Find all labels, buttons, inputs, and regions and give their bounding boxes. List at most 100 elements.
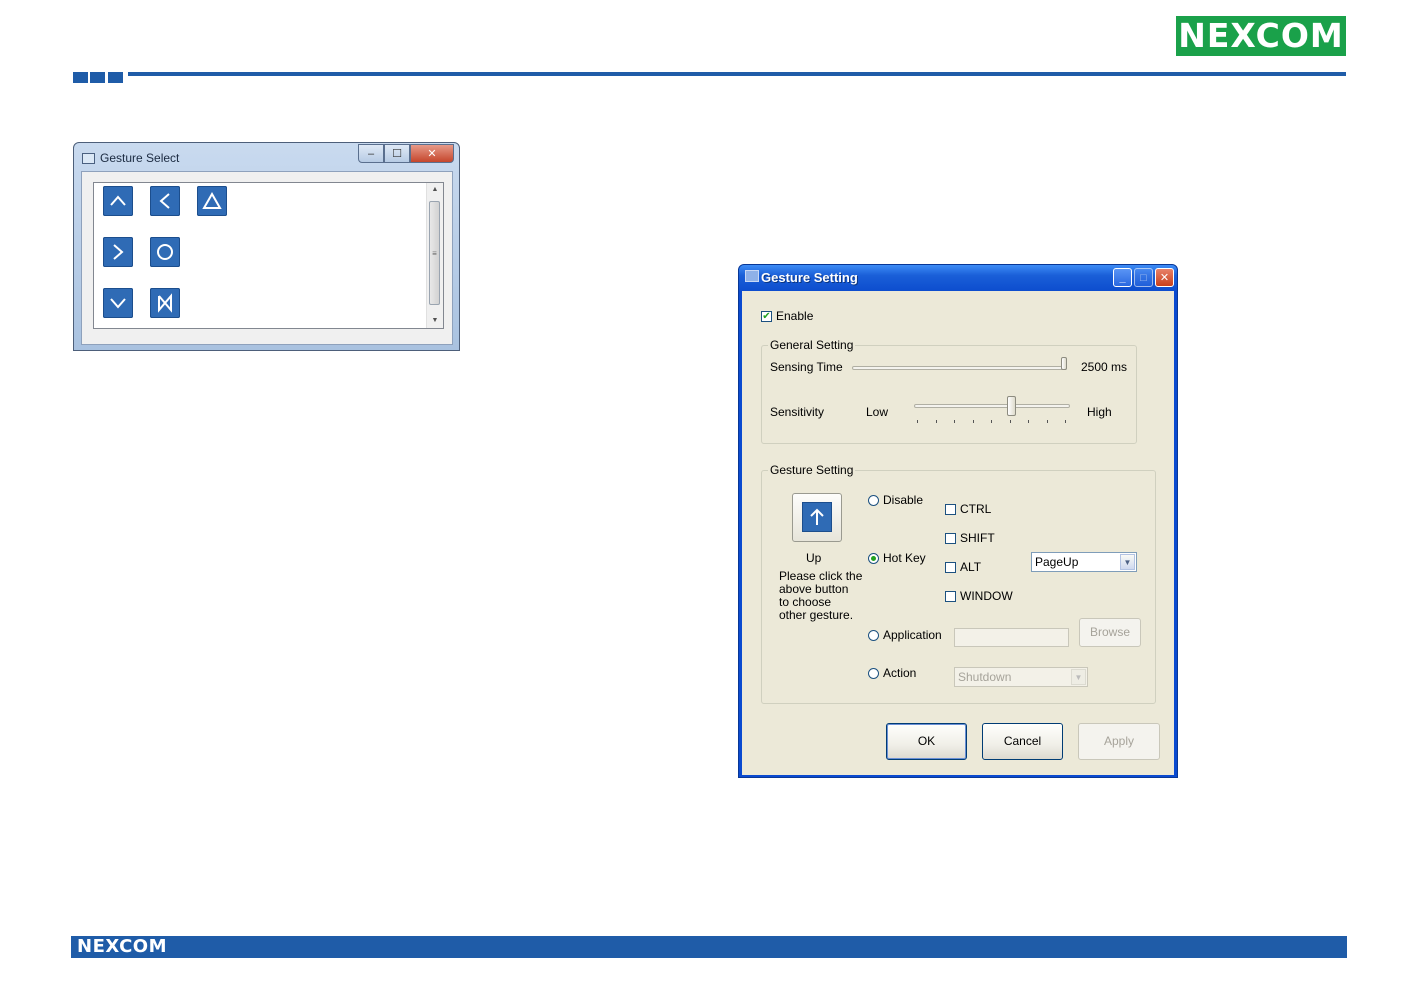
apply-button[interactable]: Apply xyxy=(1078,723,1160,760)
gesture-setting-window: Gesture Setting _ □ ✕ ✔ Enable General S… xyxy=(738,264,1178,778)
minimize-icon: _ xyxy=(1119,271,1126,284)
cancel-button[interactable]: Cancel xyxy=(982,723,1063,760)
browse-button[interactable]: Browse xyxy=(1079,618,1141,647)
sensitivity-high-label: High xyxy=(1087,405,1112,419)
action-select-value: Shutdown xyxy=(958,670,1012,684)
slider-tick xyxy=(1028,420,1029,423)
sensitivity-track[interactable] xyxy=(914,404,1070,408)
dropdown-arrow-icon: ▼ xyxy=(1120,554,1135,570)
shift-label: SHIFT xyxy=(960,531,995,545)
close-button[interactable]: ✕ xyxy=(410,144,454,163)
slider-tick xyxy=(991,420,992,423)
logo-text: NEXCOM xyxy=(1178,16,1344,55)
scroll-down-arrow-icon[interactable]: ▼ xyxy=(427,314,443,328)
gesture-circle-button[interactable] xyxy=(150,237,180,267)
maximize-icon: ☐ xyxy=(392,148,402,160)
sensing-time-label: Sensing Time xyxy=(770,360,843,374)
close-icon: ✕ xyxy=(1159,272,1170,284)
sensing-time-track[interactable] xyxy=(852,366,1067,370)
slider-tick xyxy=(917,420,918,423)
app-icon xyxy=(745,270,759,282)
maximize-button[interactable]: ☐ xyxy=(384,144,410,163)
gesture-list: ▲ ≡ ▼ xyxy=(93,182,444,329)
alt-label: ALT xyxy=(960,560,982,574)
slider-tick xyxy=(972,420,974,423)
shift-checkbox[interactable] xyxy=(945,533,956,544)
header-square xyxy=(108,72,123,83)
gesture-down-button[interactable] xyxy=(103,288,133,318)
window-title: Gesture Setting xyxy=(761,270,858,285)
header-square xyxy=(90,72,105,83)
general-setting-label: General Setting xyxy=(768,338,856,352)
maximize-button[interactable]: □ xyxy=(1134,268,1153,287)
current-gesture-tile xyxy=(802,502,832,532)
window-checkbox[interactable] xyxy=(945,591,956,602)
minimize-button[interactable]: _ xyxy=(1113,268,1132,287)
gesture-setting-body: ✔ Enable General Setting Sensing Time 25… xyxy=(742,291,1174,775)
gesture-select-window: Gesture Select ‒ ☐ ✕ ▲ ≡ ▼ xyxy=(73,142,460,351)
triangle-icon xyxy=(202,191,222,209)
arrow-up-icon xyxy=(810,508,824,525)
footer-logo: NEXCOM xyxy=(77,936,168,957)
gesture-select-client: ▲ ≡ ▼ xyxy=(81,171,453,345)
chevron-left-icon xyxy=(159,193,170,209)
header-square xyxy=(73,72,88,83)
close-button[interactable]: ✕ xyxy=(1155,268,1174,287)
gesture-left-button[interactable] xyxy=(150,186,180,216)
key-select[interactable]: PageUp ▼ xyxy=(1031,552,1137,572)
checkmark-icon: ✔ xyxy=(762,311,771,322)
application-radio[interactable] xyxy=(868,630,879,641)
gesture-up-button[interactable] xyxy=(103,186,133,216)
sensitivity-label: Sensitivity xyxy=(770,405,825,419)
chevron-up-icon xyxy=(110,195,126,206)
ctrl-checkbox[interactable] xyxy=(945,504,956,515)
ctrl-label: CTRL xyxy=(960,502,992,516)
gesture-select-titlebar: Gesture Select xyxy=(82,148,179,168)
gesture-setting-label: Gesture Setting xyxy=(768,463,856,477)
slider-tick xyxy=(1046,420,1048,423)
header-rule xyxy=(128,72,1346,76)
hotkey-label: Hot Key xyxy=(883,551,926,565)
slider-tick xyxy=(935,420,937,423)
app-icon xyxy=(82,152,95,164)
vertical-scrollbar[interactable]: ▲ ≡ ▼ xyxy=(426,183,443,328)
minimize-button[interactable]: ‒ xyxy=(358,144,384,163)
current-gesture-name: Up xyxy=(806,551,822,565)
window-label: WINDOW xyxy=(960,589,1013,603)
maximize-icon: □ xyxy=(1140,271,1147,284)
gesture-cross-button[interactable] xyxy=(150,288,180,318)
disable-label: Disable xyxy=(883,493,924,507)
enable-label: Enable xyxy=(776,309,814,323)
bowtie-icon xyxy=(158,293,172,313)
close-icon: ✕ xyxy=(427,148,437,160)
circle-icon xyxy=(157,244,173,260)
ok-button[interactable]: OK xyxy=(886,723,967,760)
alt-checkbox[interactable] xyxy=(945,562,956,573)
minimize-icon: ‒ xyxy=(367,147,375,160)
gesture-setting-titlebar: Gesture Setting _ □ ✕ xyxy=(739,265,1177,291)
footer-bar xyxy=(71,936,1347,958)
application-label: Application xyxy=(883,628,942,642)
nexcom-logo: NEXCOM xyxy=(1176,16,1346,56)
disable-radio[interactable] xyxy=(868,495,879,506)
action-radio[interactable] xyxy=(868,668,879,679)
hint-line: other gesture. xyxy=(779,608,854,622)
gesture-hint: Please click the above button to choose … xyxy=(779,570,862,622)
scroll-up-arrow-icon[interactable]: ▲ xyxy=(427,183,443,197)
hotkey-radio[interactable] xyxy=(868,553,879,564)
chevron-down-icon xyxy=(110,298,126,309)
application-path-input[interactable] xyxy=(954,628,1069,647)
action-select[interactable]: Shutdown ▼ xyxy=(954,667,1088,687)
slider-tick xyxy=(1065,420,1066,423)
enable-checkbox[interactable]: ✔ xyxy=(761,311,772,322)
scroll-thumb[interactable]: ≡ xyxy=(429,201,440,305)
sensing-time-slider-thumb[interactable] xyxy=(1061,357,1067,370)
gesture-right-button[interactable] xyxy=(103,237,133,267)
slider-tick xyxy=(954,420,955,423)
slider-tick xyxy=(1009,420,1011,423)
sensitivity-low-label: Low xyxy=(866,405,889,419)
gesture-triangle-button[interactable] xyxy=(197,186,227,216)
sensitivity-slider-thumb[interactable] xyxy=(1006,396,1016,416)
key-select-value: PageUp xyxy=(1035,555,1079,569)
gesture-picker-button[interactable] xyxy=(792,493,842,542)
